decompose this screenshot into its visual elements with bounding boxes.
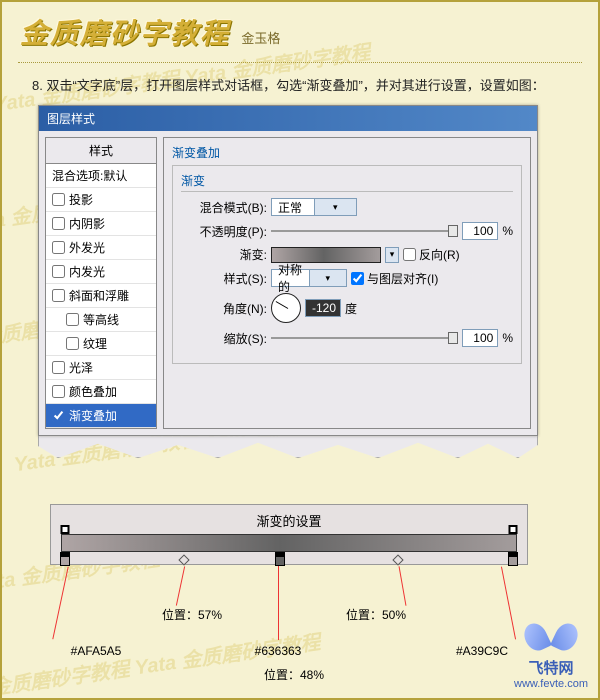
style-item-2[interactable]: 外发光 bbox=[46, 236, 156, 260]
opacity-stop-left[interactable] bbox=[60, 525, 69, 534]
page-subtitle: 金玉格 bbox=[241, 31, 280, 46]
panel-group-sub: 渐变 bbox=[181, 172, 513, 192]
style-combo[interactable]: 对称的 ▾ bbox=[271, 269, 347, 287]
style-item-4[interactable]: 斜面和浮雕 bbox=[46, 284, 156, 308]
footer-site-name: 飞特网 bbox=[514, 657, 588, 678]
color-3-label: #A39C9C bbox=[456, 644, 508, 658]
dialog-titlebar[interactable]: 图层样式 bbox=[39, 106, 537, 131]
reverse-checkbox[interactable]: 反向(R) bbox=[403, 246, 460, 263]
styles-list-panel: 样式 混合选项:默认 投影内阴影外发光内发光斜面和浮雕等高线纹理光泽颜色叠加渐变… bbox=[45, 137, 157, 429]
style-item-5[interactable]: 等高线 bbox=[46, 308, 156, 332]
angle-unit: 度 bbox=[345, 300, 357, 317]
style-item-8[interactable]: 颜色叠加 bbox=[46, 380, 156, 404]
footer-logo: 飞特网 www.fevte.com bbox=[514, 623, 588, 690]
gradient-editor: 渐变的设置 bbox=[50, 504, 528, 565]
step-instruction: 8. 双击“文字底”层，打开图层样式对话框，勾选“渐变叠加”，并对其进行设置，设… bbox=[2, 67, 598, 103]
style-item-6[interactable]: 纹理 bbox=[46, 332, 156, 356]
angle-label: 角度(N): bbox=[181, 300, 267, 317]
panel-group-title: 渐变叠加 bbox=[172, 144, 522, 161]
color-1-label: #AFA5A5 bbox=[71, 644, 122, 658]
gradient-overlay-panel: 渐变叠加 渐变 混合模式(B): 正常 ▾ 不透明度(P): 100 % bbox=[163, 137, 531, 429]
chevron-down-icon: ▾ bbox=[314, 199, 357, 215]
layer-style-dialog: 图层样式 样式 混合选项:默认 投影内阴影外发光内发光斜面和浮雕等高线纹理光泽颜… bbox=[38, 105, 538, 436]
style-item-9[interactable]: 渐变叠加 bbox=[46, 404, 156, 428]
gradient-label: 渐变: bbox=[181, 246, 267, 263]
color-2-label: #636363 bbox=[255, 644, 302, 658]
midpoint-1-label: 位置：57% bbox=[162, 606, 222, 623]
step-number: 8. bbox=[32, 78, 43, 93]
opacity-value[interactable]: 100 bbox=[462, 222, 498, 240]
midpoint-2-label: 位置：50% bbox=[346, 606, 406, 623]
gradient-editor-title: 渐变的设置 bbox=[61, 511, 517, 530]
scale-unit: % bbox=[502, 331, 513, 345]
gradient-annotations: 位置：57% 位置：50% #AFA5A5 #636363 #A39C9C 位置… bbox=[50, 562, 528, 692]
blend-mode-combo[interactable]: 正常 ▾ bbox=[271, 198, 357, 216]
stop-2-pos-label: 位置：48% bbox=[264, 666, 324, 683]
opacity-stop-right[interactable] bbox=[509, 525, 518, 534]
blend-options-default[interactable]: 混合选项:默认 bbox=[46, 164, 156, 188]
angle-value[interactable]: -120 bbox=[305, 299, 341, 317]
step-body: 双击“文字底”层，打开图层样式对话框，勾选“渐变叠加”，并对其进行设置，设置如图… bbox=[46, 78, 544, 93]
style-item-0[interactable]: 投影 bbox=[46, 188, 156, 212]
opacity-unit: % bbox=[502, 224, 513, 238]
gradient-bar[interactable] bbox=[61, 534, 517, 552]
scale-slider[interactable] bbox=[271, 337, 458, 339]
align-with-layer-checkbox[interactable]: 与图层对齐(I) bbox=[351, 270, 438, 287]
angle-dial[interactable] bbox=[271, 293, 301, 323]
footer-url: www.fevte.com bbox=[514, 678, 588, 690]
page-title: 金质磨砂字教程 bbox=[20, 12, 230, 52]
scale-value[interactable]: 100 bbox=[462, 329, 498, 347]
gradient-picker-arrow[interactable]: ▾ bbox=[385, 247, 399, 263]
style-item-7[interactable]: 光泽 bbox=[46, 356, 156, 380]
blend-mode-label: 混合模式(B): bbox=[181, 199, 267, 216]
wings-icon bbox=[523, 623, 579, 657]
header-divider bbox=[18, 62, 582, 63]
opacity-slider[interactable] bbox=[271, 230, 458, 232]
style-label: 样式(S): bbox=[181, 270, 267, 287]
scale-label: 缩放(S): bbox=[181, 330, 267, 347]
page-header: 金质磨砂字教程 金玉格 bbox=[2, 2, 598, 58]
chevron-down-icon: ▾ bbox=[309, 270, 347, 286]
style-item-3[interactable]: 内发光 bbox=[46, 260, 156, 284]
opacity-label: 不透明度(P): bbox=[181, 223, 267, 240]
style-item-1[interactable]: 内阴影 bbox=[46, 212, 156, 236]
styles-list-header[interactable]: 样式 bbox=[46, 138, 156, 164]
torn-edge-decoration bbox=[38, 436, 538, 458]
